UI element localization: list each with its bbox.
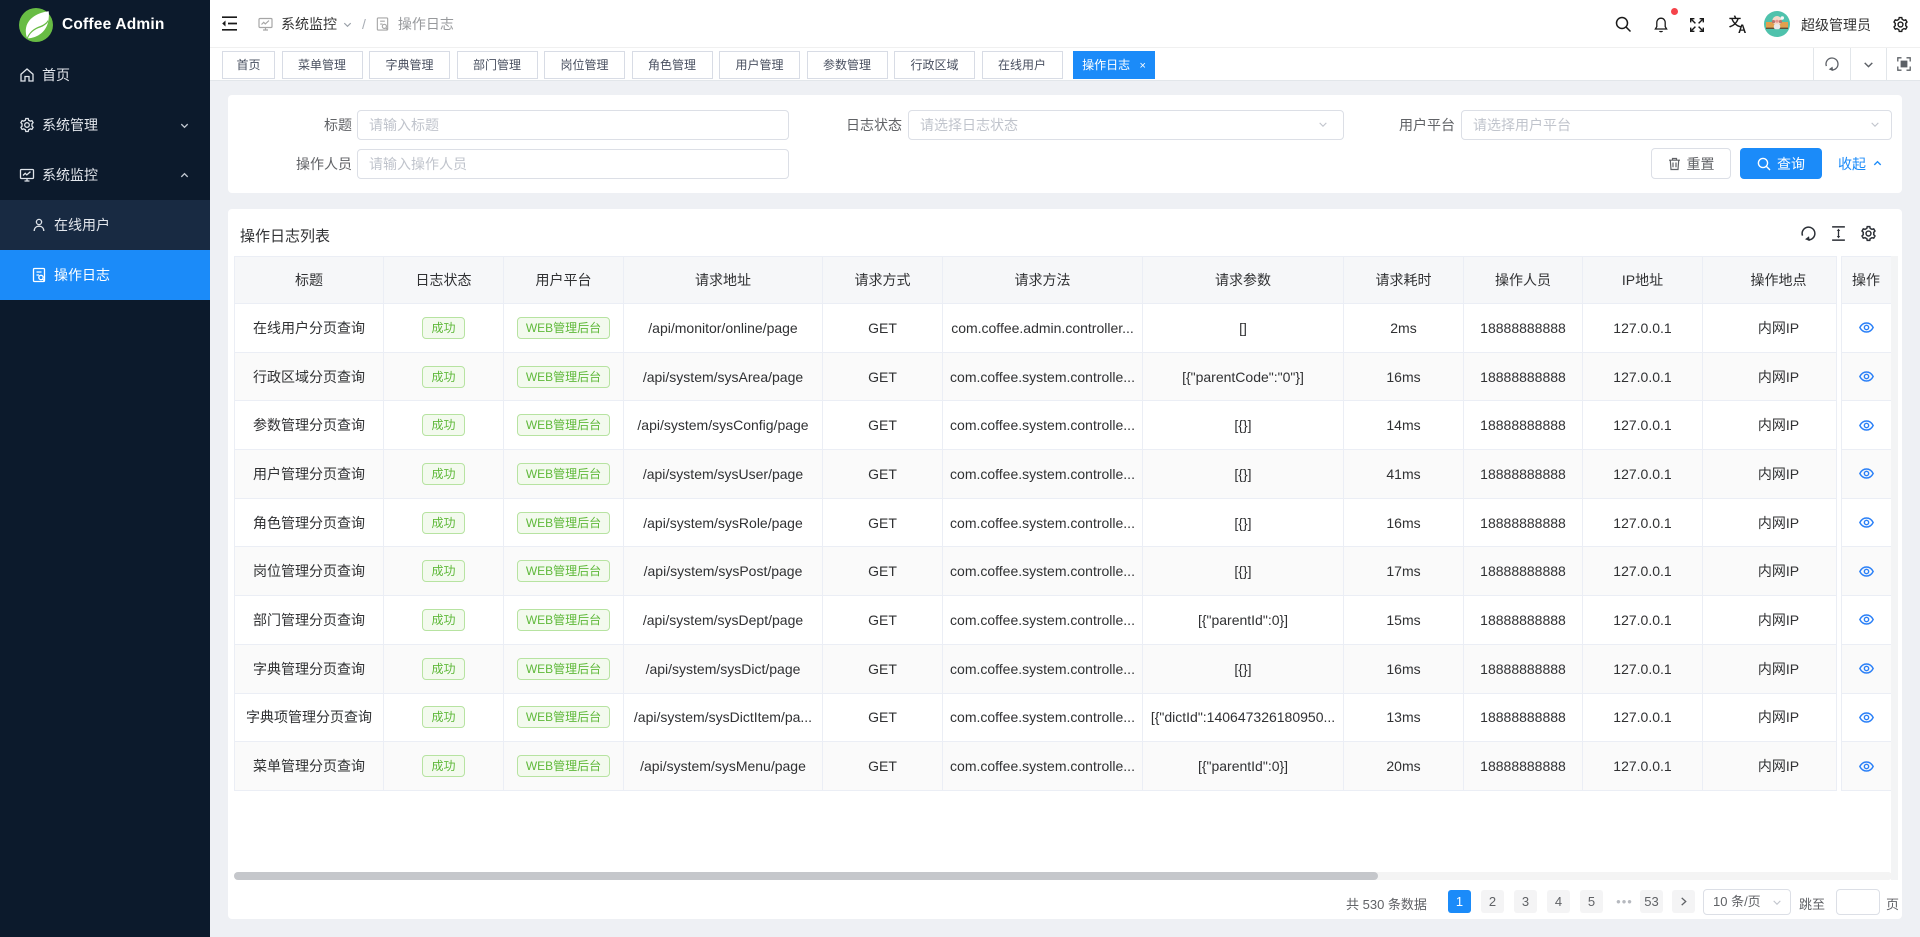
svg-text:A: A <box>1738 24 1746 34</box>
